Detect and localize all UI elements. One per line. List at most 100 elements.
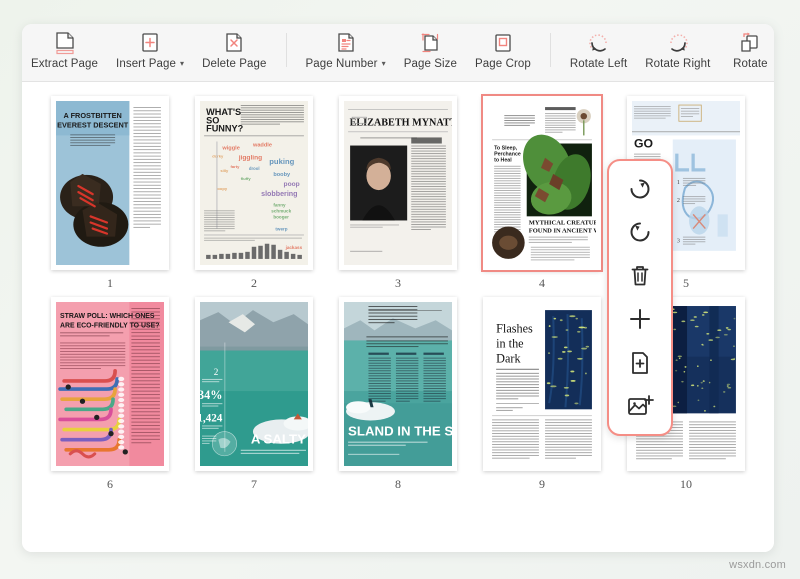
- svg-text:booger: booger: [273, 214, 289, 219]
- toolbar-separator-2: [550, 33, 551, 67]
- page-crop-icon: [490, 30, 516, 56]
- page-preview: SLAND IN THE SEA: [344, 302, 452, 466]
- rotate-left-icon: [586, 30, 612, 56]
- toolbar-button-page-size[interactable]: Page Size: [395, 29, 466, 70]
- delete-page-icon: [221, 30, 247, 56]
- toolbar-group-page-ops: Extract Page Insert Page ▾: [22, 29, 276, 77]
- page-thumbnail-9[interactable]: Flashesin theDark: [483, 297, 601, 471]
- svg-text:schmuck: schmuck: [271, 208, 291, 213]
- toolbar-button-rotate-right[interactable]: Rotate Right: [636, 29, 719, 70]
- toolbar-button-page-number[interactable]: Page Number ▾: [297, 29, 395, 70]
- toolbar-label-page-size: Page Size: [404, 58, 457, 70]
- svg-text:1: 1: [677, 180, 680, 186]
- page-thumbnail-4[interactable]: To Sleep,Perchanceto HealMYTHICAL CREATU…: [483, 96, 601, 270]
- svg-text:Flashes: Flashes: [496, 321, 533, 335]
- insert-page-icon[interactable]: [623, 346, 657, 380]
- toolbar-separator-1: [286, 33, 287, 67]
- svg-text:farty: farty: [231, 164, 241, 169]
- toolbar: Extract Page Insert Page ▾: [22, 24, 774, 82]
- toolbar-label-insert-page-text: Insert Page: [116, 58, 176, 70]
- watermark: wsxdn.com: [729, 559, 786, 571]
- toolbar-button-extract-page[interactable]: Extract Page: [22, 29, 107, 70]
- page-preview: Flashesin theDark: [488, 302, 596, 466]
- svg-text:booby: booby: [273, 172, 291, 178]
- page-number-icon: [333, 30, 359, 56]
- svg-text:slobbering: slobbering: [261, 190, 297, 198]
- svg-text:fluffy: fluffy: [241, 176, 252, 181]
- page-thumbnail-8[interactable]: SLAND IN THE SEA: [339, 297, 457, 471]
- page-preview: 234%1,424A SALTY: [200, 302, 308, 466]
- toolbar-group-page-props: Page Number ▾ Page Size: [297, 29, 540, 77]
- page-preview: A FROSTBITTENEVEREST DESCENT: [56, 101, 164, 265]
- page-thumbnail-cell[interactable]: Flashesin theDark9: [470, 297, 614, 492]
- svg-text:A FROSTBITTEN: A FROSTBITTEN: [64, 111, 122, 120]
- toolbar-label-extract-page: Extract Page: [31, 58, 98, 70]
- rotate-right-icon[interactable]: [623, 172, 657, 206]
- page-number-label: 3: [395, 276, 401, 291]
- svg-text:A SALTY: A SALTY: [251, 432, 306, 447]
- trash-icon[interactable]: [623, 259, 657, 293]
- insert-page-icon: [137, 30, 163, 56]
- svg-text:2: 2: [214, 367, 219, 377]
- page-number-label: 6: [107, 477, 113, 492]
- page-number-label: 7: [251, 477, 257, 492]
- toolbar-label-rotate: Rotate: [733, 58, 767, 70]
- page-thumbnail-cell[interactable]: SLAND IN THE SEA8: [326, 297, 470, 492]
- svg-text:waddle: waddle: [252, 143, 272, 149]
- toolbar-label-page-crop: Page Crop: [475, 58, 531, 70]
- page-thumbnail-1[interactable]: A FROSTBITTENEVEREST DESCENT: [51, 96, 169, 270]
- svg-text:wiggle: wiggle: [221, 146, 239, 152]
- extract-page-icon: [52, 30, 78, 56]
- svg-text:ELIZABETH MYNATT: ELIZABETH MYNATT: [350, 117, 452, 128]
- toolbar-button-rotate-left[interactable]: Rotate Left: [561, 29, 636, 70]
- thumbnail-area[interactable]: A FROSTBITTENEVEREST DESCENT1WHAT'SSOFUN…: [22, 82, 774, 552]
- svg-text:jackass: jackass: [285, 245, 303, 250]
- plus-icon[interactable]: [623, 302, 657, 336]
- toolbar-label-page-number-text: Page Number: [306, 58, 378, 70]
- svg-text:FUNNY?: FUNNY?: [206, 123, 244, 133]
- svg-text:EVEREST DESCENT: EVEREST DESCENT: [57, 120, 129, 129]
- toolbar-button-insert-page[interactable]: Insert Page ▾: [107, 29, 193, 70]
- page-number-label: 10: [680, 477, 692, 492]
- svg-text:in the: in the: [496, 337, 523, 351]
- svg-text:poop: poop: [284, 181, 300, 188]
- svg-text:silly: silly: [220, 168, 229, 173]
- toolbar-button-rotate[interactable]: Rotate: [719, 29, 774, 70]
- rotate-right-icon: [665, 30, 691, 56]
- page-thumbnail-cell[interactable]: STRAW POLL: WHICH ONESARE ECO-FRIENDLY T…: [38, 297, 182, 492]
- toolbar-label-insert-page: Insert Page ▾: [116, 58, 184, 70]
- page-size-icon: [417, 30, 443, 56]
- chevron-down-icon[interactable]: ▾: [180, 59, 184, 68]
- svg-text:3: 3: [677, 239, 680, 245]
- page-preview: STRAW POLL: WHICH ONESARE ECO-FRIENDLY T…: [56, 302, 164, 466]
- page-preview: To Sleep,Perchanceto HealMYTHICAL CREATU…: [488, 101, 596, 265]
- svg-text:34%: 34%: [200, 388, 222, 402]
- page-thumbnail-7[interactable]: 234%1,424A SALTY: [195, 297, 313, 471]
- toolbar-button-page-crop[interactable]: Page Crop: [466, 29, 540, 70]
- rotate-left-icon[interactable]: [623, 215, 657, 249]
- page-preview: ELIZABETH MYNATT: [344, 101, 452, 265]
- toolbar-button-delete-page[interactable]: Delete Page: [193, 29, 275, 70]
- svg-text:GO: GO: [634, 137, 653, 151]
- rotate-icon: [737, 30, 763, 56]
- insert-image-icon[interactable]: [623, 389, 657, 423]
- toolbar-label-rotate-right: Rotate Right: [645, 58, 710, 70]
- svg-text:MYTHICAL CREATURE: MYTHICAL CREATURE: [529, 220, 596, 227]
- svg-text:to Heal: to Heal: [494, 158, 512, 164]
- page-thumbnail-6[interactable]: STRAW POLL: WHICH ONESARE ECO-FRIENDLY T…: [51, 297, 169, 471]
- toolbar-label-page-number: Page Number ▾: [306, 58, 386, 70]
- page-thumbnail-2[interactable]: WHAT'SSOFUNNY?wigglewaddlejigglingpuking…: [195, 96, 313, 270]
- chevron-down-icon[interactable]: ▾: [382, 59, 386, 68]
- page-thumbnail-cell[interactable]: ELIZABETH MYNATT 3: [326, 96, 470, 291]
- page-thumbnail-cell[interactable]: 234%1,424A SALTY7: [182, 297, 326, 492]
- page-thumbnail-cell[interactable]: To Sleep,Perchanceto HealMYTHICAL CREATU…: [470, 96, 614, 291]
- page-thumbnail-3[interactable]: ELIZABETH MYNATT: [339, 96, 457, 270]
- page-thumbnail-cell[interactable]: WHAT'SSOFUNNY?wigglewaddlejigglingpuking…: [182, 96, 326, 291]
- svg-text:puking: puking: [269, 157, 294, 166]
- app-window: Extract Page Insert Page ▾: [22, 24, 774, 552]
- svg-text:twerp: twerp: [275, 227, 287, 232]
- page-thumbnail-cell[interactable]: A FROSTBITTENEVEREST DESCENT1: [38, 96, 182, 291]
- svg-text:loopy: loopy: [216, 186, 228, 191]
- page-context-panel[interactable]: [607, 159, 673, 436]
- toolbar-group-rotate: Rotate Left Rotate Right: [561, 29, 774, 77]
